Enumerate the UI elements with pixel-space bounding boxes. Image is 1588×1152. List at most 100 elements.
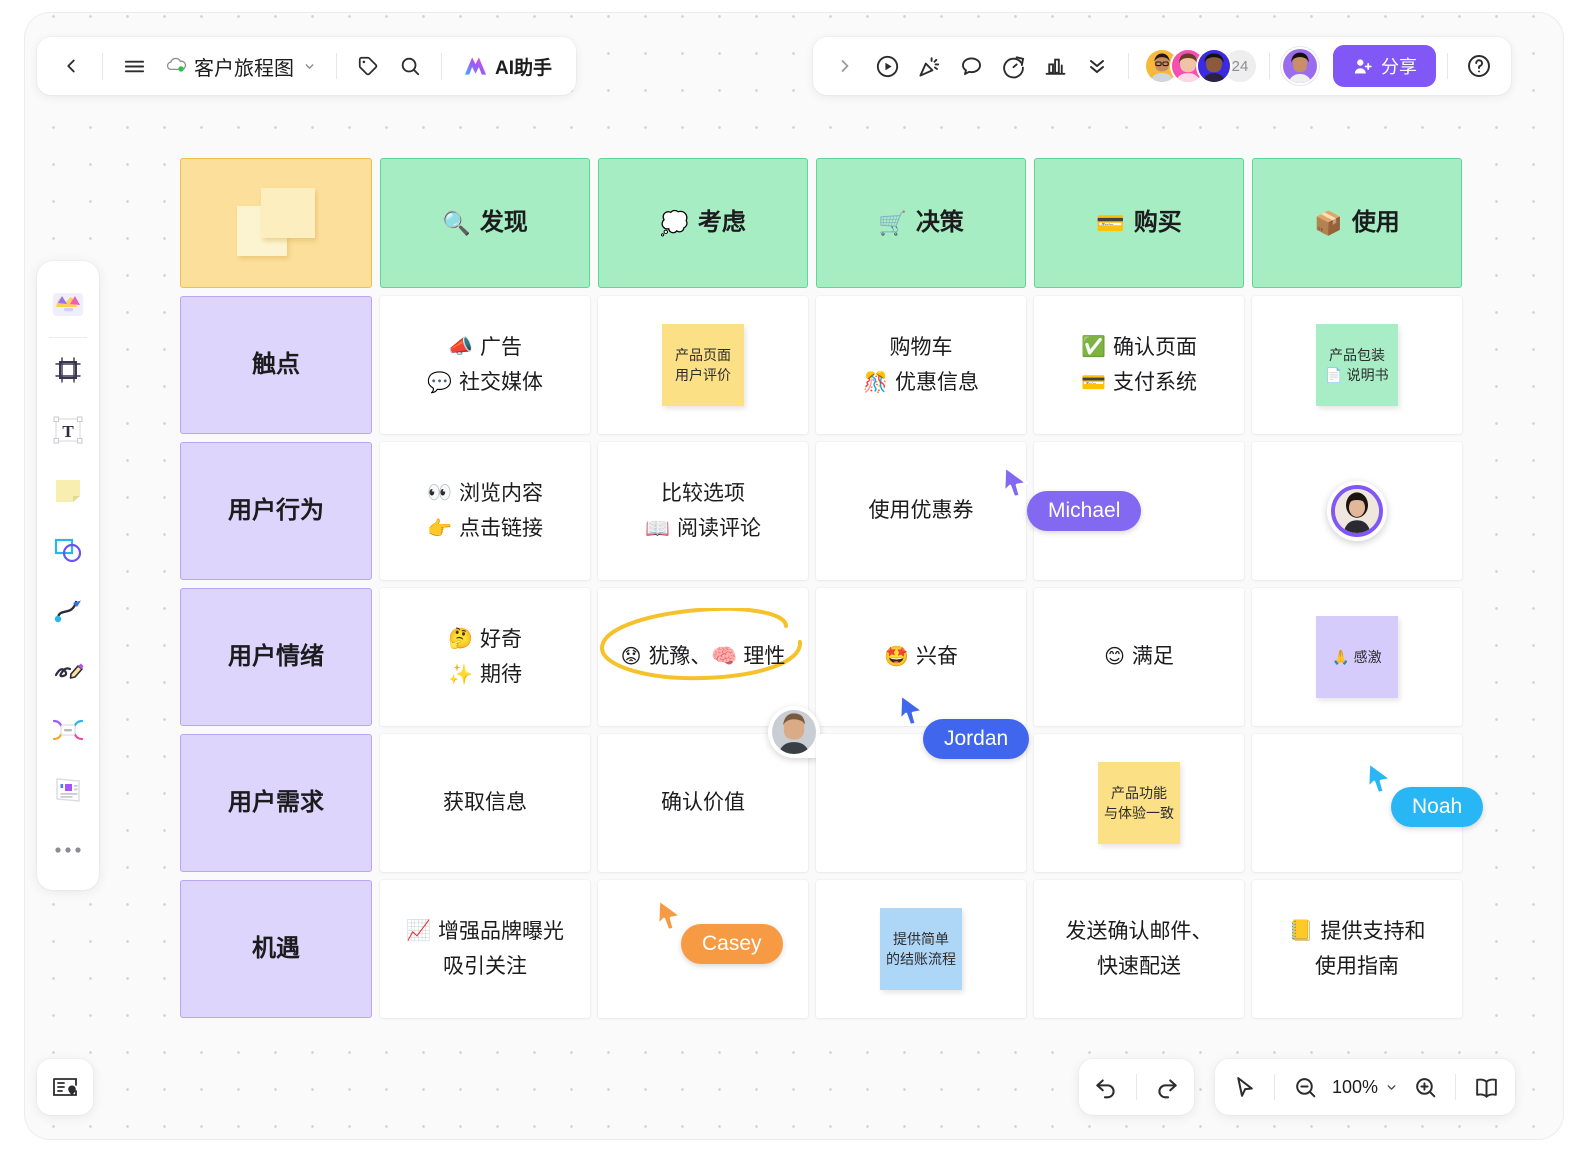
- minimap-button[interactable]: [37, 1059, 93, 1115]
- board-cell-2-0[interactable]: 🤔 好奇 ✨ 期待: [380, 588, 590, 726]
- board-cell-3-3[interactable]: 产品功能 与体验一致: [1034, 734, 1244, 872]
- board-cell-4-0[interactable]: 📈 增强品牌曝光 吸引关注: [380, 880, 590, 1018]
- tag-button[interactable]: [348, 46, 388, 86]
- rail-item-frame[interactable]: [45, 347, 91, 393]
- board-cell-3-4[interactable]: [1252, 734, 1462, 872]
- cell-text: 增强品牌曝光: [437, 919, 564, 943]
- share-button[interactable]: 分享: [1333, 45, 1436, 87]
- avatar[interactable]: [1196, 48, 1232, 84]
- rail-item-connector[interactable]: [45, 587, 91, 633]
- stage-header-3[interactable]: 💳 购买: [1034, 158, 1244, 288]
- sticky-note[interactable]: 产品包装 📄 说明书: [1316, 324, 1398, 406]
- board-cell-3-1[interactable]: 确认价值: [598, 706, 820, 872]
- board-cell-0-0[interactable]: 📣 广告 💬 社交媒体: [380, 296, 590, 434]
- reactions-button[interactable]: [909, 46, 949, 86]
- board-cell-4-4[interactable]: 📒 提供支持和 使用指南: [1252, 880, 1462, 1018]
- rail-item-document[interactable]: [45, 767, 91, 813]
- pointer-tool-button[interactable]: [1223, 1066, 1265, 1108]
- stage-header-0[interactable]: 🔍 发现: [380, 158, 590, 288]
- templates-icon: [53, 293, 83, 316]
- vote-button[interactable]: [1035, 46, 1075, 86]
- cell-text: 支付系统: [1112, 371, 1197, 394]
- board-cell-4-3[interactable]: 发送确认邮件、 快速配送: [1034, 880, 1244, 1018]
- timer-button[interactable]: [993, 46, 1033, 86]
- zoom-out-button[interactable]: [1284, 1066, 1326, 1108]
- zoom-in-button[interactable]: [1404, 1066, 1446, 1108]
- board-cell-3-2[interactable]: [816, 734, 1026, 872]
- document-title-button[interactable]: 客户旅程图: [156, 46, 325, 86]
- avatar[interactable]: [1327, 481, 1387, 541]
- board-cell-1-4[interactable]: [1252, 442, 1462, 580]
- cell-emoji: 📖: [645, 517, 670, 540]
- ai-assistant-button[interactable]: AI助手: [453, 46, 562, 86]
- collaborator-avatars: 24: [1140, 48, 1258, 84]
- undo-button[interactable]: [1085, 1066, 1127, 1108]
- ai-assistant-label: AI助手: [495, 57, 553, 79]
- row-label-3[interactable]: 用户需求: [180, 734, 372, 872]
- current-user-avatar[interactable]: [1281, 47, 1319, 85]
- board-cell-2-2[interactable]: 🤩 兴奋: [816, 588, 1026, 726]
- row-label-0[interactable]: 触点: [180, 296, 372, 434]
- cell-emoji: ✨: [448, 663, 473, 686]
- board-cell-0-1[interactable]: 产品页面 用户评价: [598, 296, 808, 434]
- board-row-needs: 用户需求 获取信息 确认价值 产品功能 与体验一致: [180, 706, 1462, 872]
- board-cell-1-0[interactable]: 👀 浏览内容 👉 点击链接: [380, 442, 590, 580]
- open-book-button[interactable]: [1465, 1066, 1507, 1108]
- search-button[interactable]: [390, 46, 430, 86]
- cell-emoji: 💬: [427, 371, 452, 394]
- back-button[interactable]: [51, 46, 91, 86]
- rail-item-mindmap[interactable]: [45, 707, 91, 753]
- rail-item-shapes[interactable]: [45, 527, 91, 573]
- stage-label-3: 购买: [1133, 209, 1182, 236]
- row-label-2[interactable]: 用户情绪: [180, 588, 372, 726]
- rail-item-text[interactable]: T: [45, 407, 91, 453]
- board-cell-2-1[interactable]: 😟 犹豫、🧠 理性: [598, 588, 808, 726]
- stage-header-4[interactable]: 📦 使用: [1252, 158, 1462, 288]
- stage-header-2[interactable]: 🛒 决策: [816, 158, 1026, 288]
- document-icon: [56, 778, 80, 802]
- board-cell-1-1[interactable]: 比较选项 📖 阅读评论: [598, 442, 808, 580]
- chevron-left-icon: [67, 59, 75, 73]
- comment-button[interactable]: [951, 46, 991, 86]
- rail-item-pen[interactable]: [45, 647, 91, 693]
- board-cell-0-3[interactable]: ✅ 确认页面 💳 支付系统: [1034, 296, 1244, 434]
- row-label-4[interactable]: 机遇: [180, 880, 372, 1018]
- row-label-1[interactable]: 用户行为: [180, 442, 372, 580]
- board-cell-1-2[interactable]: 使用优惠券: [816, 442, 1026, 580]
- board-corner-card[interactable]: [180, 158, 372, 288]
- board-cell-3-0[interactable]: 获取信息: [380, 734, 590, 872]
- board-cell-0-4[interactable]: 产品包装 📄 说明书: [1252, 296, 1462, 434]
- menu-button[interactable]: [114, 46, 154, 86]
- rail-item-templates[interactable]: [45, 280, 91, 326]
- sticky-note[interactable]: 产品页面 用户评价: [662, 324, 744, 406]
- board-cell-4-1[interactable]: [598, 880, 808, 1018]
- rail-item-sticky-note[interactable]: [45, 467, 91, 513]
- bar-chart-icon: [1045, 58, 1065, 75]
- history-bar: [1079, 1059, 1194, 1115]
- redo-button[interactable]: [1146, 1066, 1188, 1108]
- divider: [441, 53, 442, 79]
- board-cell-4-2[interactable]: 提供简单 的结账流程: [816, 880, 1026, 1018]
- board-cell-2-4[interactable]: 🙏 感激: [1252, 588, 1462, 726]
- zoom-level-value: 100%: [1332, 1076, 1379, 1097]
- present-button[interactable]: [867, 46, 907, 86]
- sticky-note[interactable]: 产品功能 与体验一致: [1098, 762, 1180, 844]
- stage-header-1[interactable]: 💭 考虑: [598, 158, 808, 288]
- cell-emoji: 📣: [448, 336, 473, 359]
- rail-item-more[interactable]: [45, 827, 91, 873]
- board-cell-1-3[interactable]: [1034, 442, 1244, 580]
- more-tools-button[interactable]: [1077, 46, 1117, 86]
- zoom-level-selector[interactable]: 100%: [1326, 1066, 1404, 1108]
- board-cell-0-2[interactable]: 购物车 🎊 优惠信息: [816, 296, 1026, 434]
- avatar[interactable]: [768, 706, 820, 758]
- sticky-note[interactable]: 🙏 感激: [1316, 616, 1398, 698]
- undo-arrow-icon: [1096, 1079, 1115, 1099]
- document-title: 客户旅程图: [194, 57, 294, 80]
- help-button[interactable]: [1459, 46, 1499, 86]
- cell-text: 比较选项: [661, 481, 745, 505]
- board-cell-2-3[interactable]: 😊 满足: [1034, 588, 1244, 726]
- chevron-right-icon: [841, 60, 849, 72]
- expand-toolbar-button[interactable]: [825, 46, 865, 86]
- board-row-emotions: 用户情绪 🤔 好奇 ✨ 期待 😟 犹豫、🧠 理性 🤩 兴奋 😊 满足 🙏 感激: [180, 588, 1462, 726]
- sticky-note[interactable]: 提供简单 的结账流程: [880, 908, 962, 990]
